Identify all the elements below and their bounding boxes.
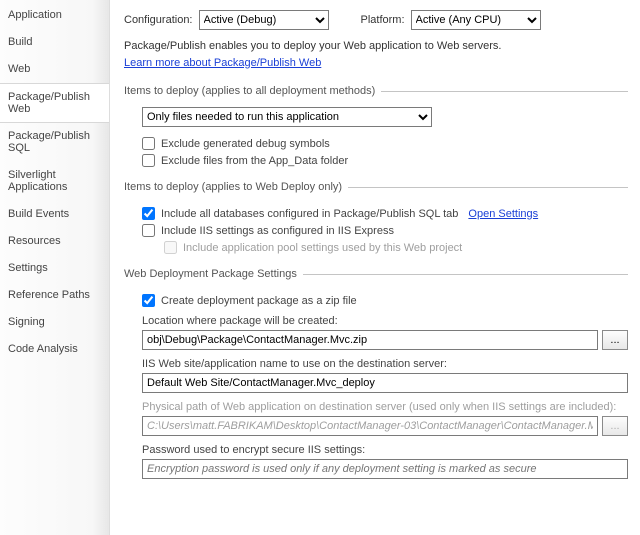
exclude-debug-label: Exclude generated debug symbols [161,138,330,150]
sidebar-item-package-publish-sql[interactable]: Package/Publish SQL [0,123,109,162]
sidebar-item-label: Build Events [8,208,69,220]
sidebar: Application Build Web Package/Publish We… [0,0,110,535]
sidebar-item-resources[interactable]: Resources [0,228,109,255]
exclude-appdata-label: Exclude files from the App_Data folder [161,155,348,167]
sidebar-item-silverlight-applications[interactable]: Silverlight Applications [0,162,109,201]
open-settings-link[interactable]: Open Settings [468,208,538,220]
sidebar-item-build-events[interactable]: Build Events [0,201,109,228]
physical-path-input [142,416,598,436]
group-legend: Items to deploy (applies to Web Deploy o… [124,181,348,193]
group-legend: Web Deployment Package Settings [124,268,303,280]
group-items-all: Items to deploy (applies to all deployme… [124,85,628,171]
sidebar-item-label: Reference Paths [8,289,90,301]
password-label: Password used to encrypt secure IIS sett… [142,444,628,456]
physical-path-label: Physical path of Web application on dest… [142,401,628,413]
sidebar-item-label: Web [8,63,30,75]
sidebar-item-label: Code Analysis [8,343,78,355]
create-zip-checkbox[interactable] [142,294,155,307]
group-items-webdeploy: Items to deploy (applies to Web Deploy o… [124,181,628,258]
sidebar-item-web[interactable]: Web [0,56,109,83]
include-iis-label: Include IIS settings as configured in II… [161,225,394,237]
deploy-mode-select[interactable]: Only files needed to run this applicatio… [142,107,432,127]
exclude-debug-checkbox[interactable] [142,137,155,150]
iis-site-label: IIS Web site/application name to use on … [142,358,628,370]
sidebar-item-label: Package/Publish Web [8,91,90,115]
sidebar-item-application[interactable]: Application [0,2,109,29]
include-databases-checkbox[interactable] [142,207,155,220]
sidebar-item-label: Build [8,36,32,48]
sidebar-item-label: Package/Publish SQL [8,130,90,154]
platform-select[interactable]: Active (Any CPU) [411,10,541,30]
platform-label: Platform: [361,14,405,26]
main-panel: Configuration: Active (Debug) Platform: … [110,0,640,535]
intro-text: Package/Publish enables you to deploy yo… [124,38,628,71]
sidebar-item-code-analysis[interactable]: Code Analysis [0,336,109,363]
sidebar-item-settings[interactable]: Settings [0,255,109,282]
sidebar-item-package-publish-web[interactable]: Package/Publish Web [0,83,109,123]
include-apppool-label: Include application pool settings used b… [183,242,462,254]
exclude-appdata-checkbox[interactable] [142,154,155,167]
create-zip-label: Create deployment package as a zip file [161,295,357,307]
include-databases-label: Include all databases configured in Pack… [161,208,458,220]
group-package-settings: Web Deployment Package Settings Create d… [124,268,628,485]
location-label: Location where package will be created: [142,315,628,327]
configuration-select[interactable]: Active (Debug) [199,10,329,30]
iis-site-input[interactable] [142,373,628,393]
sidebar-item-signing[interactable]: Signing [0,309,109,336]
password-input[interactable] [142,459,628,479]
config-row: Configuration: Active (Debug) Platform: … [124,10,628,30]
configuration-label: Configuration: [124,14,193,26]
sidebar-item-build[interactable]: Build [0,29,109,56]
location-input[interactable] [142,330,598,350]
include-apppool-checkbox [164,241,177,254]
physical-browse-button: ... [602,416,628,436]
sidebar-item-label: Application [8,9,62,21]
sidebar-item-label: Settings [8,262,48,274]
sidebar-item-reference-paths[interactable]: Reference Paths [0,282,109,309]
include-iis-checkbox[interactable] [142,224,155,237]
location-browse-button[interactable]: ... [602,330,628,350]
group-legend: Items to deploy (applies to all deployme… [124,85,381,97]
sidebar-item-label: Resources [8,235,61,247]
sidebar-item-label: Silverlight Applications [8,169,67,193]
sidebar-item-label: Signing [8,316,45,328]
learn-more-link[interactable]: Learn more about Package/Publish Web [124,57,321,69]
intro-line: Package/Publish enables you to deploy yo… [124,38,628,55]
